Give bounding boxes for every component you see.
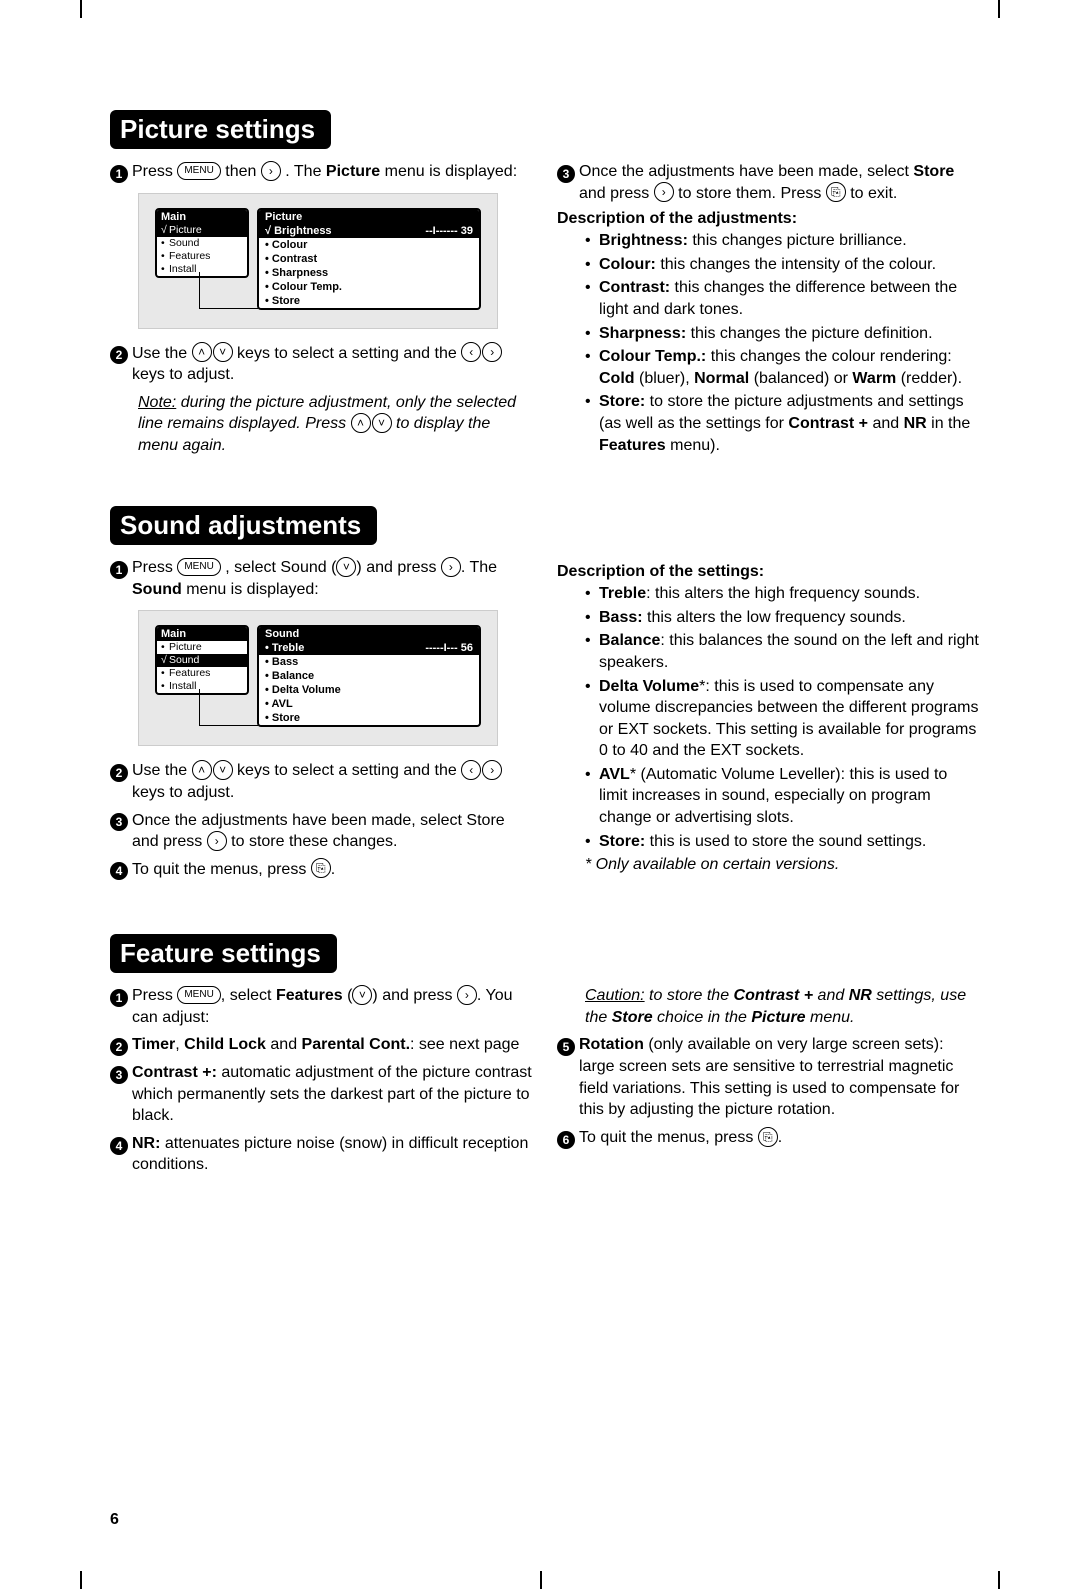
down-button-icon: ˅	[213, 760, 233, 780]
exit-button-icon: ⎘	[826, 182, 846, 202]
down-button-icon: ˅	[372, 413, 392, 433]
picture-desc-heading: Description of the adjustments:	[557, 210, 980, 228]
step-number-icon: 3	[110, 1066, 128, 1084]
step-number-icon: 2	[110, 1038, 128, 1056]
step-number-icon: 4	[110, 862, 128, 880]
step-number-icon: 1	[110, 989, 128, 1007]
exit-button-icon: ⎘	[758, 1127, 778, 1147]
step-2: 2 Use the ˄˅ keys to select a setting an…	[110, 343, 533, 386]
down-button-icon: ˅	[213, 342, 233, 362]
step-number-icon: 4	[110, 1137, 128, 1155]
step-3: 3 Once the adjustments have been made, s…	[557, 161, 980, 204]
heading-feature: Feature settings	[110, 934, 337, 973]
page: Picture settings 1 Press MENU then › . T…	[0, 0, 1080, 1589]
step-2: 2 Use the ˄˅ keys to select a setting an…	[110, 760, 533, 803]
heading-picture: Picture settings	[110, 110, 331, 149]
step-2: 2 Timer, Child Lock and Parental Cont.: …	[110, 1034, 533, 1056]
osd-sub-menu: Sound • Treble -----I--- 56 • Bass • Bal…	[257, 625, 481, 727]
step-1: 1 Press MENU, select Features (˅) and pr…	[110, 985, 533, 1028]
right-button-icon: ›	[261, 161, 281, 181]
sound-desc-heading: Description of the settings:	[557, 563, 980, 581]
up-button-icon: ˄	[192, 760, 212, 780]
picture-desc-list: Brightness: this changes picture brillia…	[557, 230, 980, 456]
page-number: 6	[110, 1511, 119, 1529]
step-number-icon: 6	[557, 1131, 575, 1149]
menu-button-icon: MENU	[177, 986, 220, 1004]
sound-right-col: Description of the settings: Treble: thi…	[557, 557, 980, 886]
sound-left-col: 1 Press MENU , select Sound (˅) and pres…	[110, 557, 533, 886]
step-1: 1 Press MENU then › . The Picture menu i…	[110, 161, 533, 183]
step-number-icon: 1	[110, 561, 128, 579]
step-number-icon: 3	[110, 813, 128, 831]
picture-left-col: 1 Press MENU then › . The Picture menu i…	[110, 161, 533, 458]
osd-sound: Main •Picture √Sound •Features •Install …	[138, 610, 498, 746]
heading-sound: Sound adjustments	[110, 506, 377, 545]
step-number-icon: 3	[557, 165, 575, 183]
step-5: 5 Rotation (only available on very large…	[557, 1034, 980, 1120]
osd-sub-menu: Picture √ Brightness --I------ 39 • Colo…	[257, 208, 481, 310]
crop-mark	[80, 1571, 82, 1589]
crop-mark	[998, 0, 1000, 18]
step-number-icon: 5	[557, 1038, 575, 1056]
right-button-icon: ›	[654, 182, 674, 202]
crop-mark	[540, 1571, 542, 1589]
crop-mark	[998, 1571, 1000, 1589]
right-button-icon: ›	[482, 760, 502, 780]
sound-desc-list: Treble: this alters the high frequency s…	[557, 583, 980, 852]
left-button-icon: ‹	[461, 342, 481, 362]
right-button-icon: ›	[441, 557, 461, 577]
connector-line	[199, 689, 258, 726]
section-feature: Feature settings 1 Press MENU, select Fe…	[110, 934, 980, 1182]
connector-line	[199, 272, 258, 309]
feature-right-col: Caution: to store the Contrast + and NR …	[557, 985, 980, 1182]
step-number-icon: 1	[110, 165, 128, 183]
step-4: 4 To quit the menus, press ⎘.	[110, 859, 533, 881]
osd-main-menu: Main •Picture √Sound •Features •Install	[155, 625, 249, 695]
crop-mark	[80, 0, 82, 18]
down-button-icon: ˅	[336, 557, 356, 577]
step-3: 3 Once the adjustments have been made, s…	[110, 810, 533, 853]
right-button-icon: ›	[457, 985, 477, 1005]
step-6: 6 To quit the menus, press ⎘.	[557, 1127, 980, 1149]
step-4: 4 NR: attenuates picture noise (snow) in…	[110, 1133, 533, 1176]
osd-picture: Main √Picture •Sound •Features •Install …	[138, 193, 498, 329]
feature-caution: Caution: to store the Contrast + and NR …	[585, 985, 980, 1028]
menu-button-icon: MENU	[177, 558, 220, 576]
up-button-icon: ˄	[351, 413, 371, 433]
step-number-icon: 2	[110, 346, 128, 364]
up-button-icon: ˄	[192, 342, 212, 362]
feature-left-col: 1 Press MENU, select Features (˅) and pr…	[110, 985, 533, 1182]
menu-button-icon: MENU	[177, 162, 220, 180]
step-number-icon: 2	[110, 764, 128, 782]
exit-button-icon: ⎘	[311, 858, 331, 878]
right-button-icon: ›	[482, 342, 502, 362]
section-picture: Picture settings 1 Press MENU then › . T…	[110, 110, 980, 458]
step-3: 3 Contrast +: automatic adjustment of th…	[110, 1062, 533, 1127]
picture-note: Note: during the picture adjustment, onl…	[138, 392, 533, 457]
sound-footnote: * Only available on certain versions.	[585, 856, 980, 874]
section-sound: Sound adjustments 1 Press MENU , select …	[110, 506, 980, 886]
down-button-icon: ˅	[352, 985, 372, 1005]
left-button-icon: ‹	[461, 760, 481, 780]
osd-main-menu: Main √Picture •Sound •Features •Install	[155, 208, 249, 278]
right-button-icon: ›	[207, 831, 227, 851]
picture-right-col: 3 Once the adjustments have been made, s…	[557, 161, 980, 458]
step-1: 1 Press MENU , select Sound (˅) and pres…	[110, 557, 533, 600]
